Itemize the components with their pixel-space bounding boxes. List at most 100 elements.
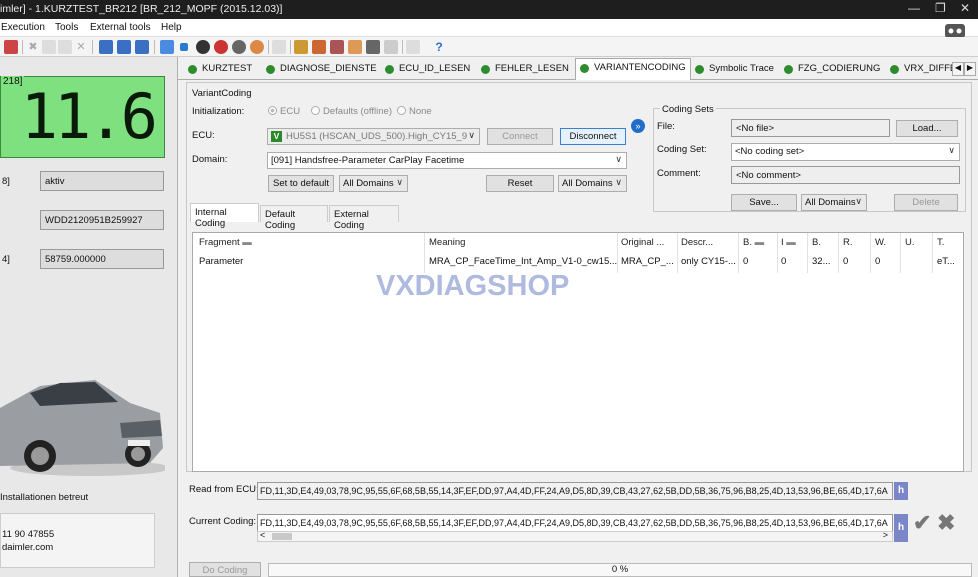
help-icon[interactable]: ? [432, 40, 446, 54]
tab-scroll-right-icon[interactable]: ▶ [964, 62, 976, 76]
radio-defaults-label: Defaults (offline) [323, 106, 392, 117]
palette-icon[interactable] [250, 40, 264, 54]
hex-view-button-current[interactable]: h [894, 514, 908, 542]
col-header-description[interactable]: Descr... [681, 237, 713, 248]
col-header-label: Fragment [199, 237, 240, 248]
table-row[interactable]: Parameter MRA_CP_FaceTime_Int_Amp_V1-0_c… [193, 253, 963, 269]
tab-default-coding[interactable]: Default Coding [260, 205, 328, 231]
record-icon[interactable] [196, 40, 210, 54]
status-dot-icon [890, 65, 899, 74]
tab-internal-coding[interactable]: Internal Coding [190, 203, 259, 229]
cut-icon[interactable]: ✖ [26, 40, 40, 54]
layout-3-icon[interactable] [135, 40, 149, 54]
tab-diagnose-dienste[interactable]: DIAGNOSE_DIENSTE [262, 60, 380, 80]
radio-none[interactable]: None [397, 106, 432, 117]
paste-icon[interactable] [58, 40, 72, 54]
cell-fragment: Parameter [199, 256, 244, 267]
all-domains-select-2[interactable]: All Domains ∨ [558, 175, 627, 192]
tab-scroll-left-icon[interactable]: ◀ [952, 62, 964, 76]
maximize-icon[interactable]: ❐ [935, 1, 946, 15]
col-header-i[interactable]: I ▬ [781, 237, 796, 248]
chevron-down-icon: ∨ [855, 196, 862, 206]
col-header-label: I [781, 237, 784, 248]
copy-icon[interactable] [42, 40, 56, 54]
document-icon[interactable] [272, 40, 286, 54]
expand-arrow-icon[interactable]: » [631, 119, 645, 133]
col-header-t[interactable]: T. [937, 237, 944, 248]
col-header-u[interactable]: U. [905, 237, 915, 248]
set-to-default-button[interactable]: Set to default [268, 175, 334, 192]
tab-fzg-codierung[interactable]: FZG_CODIERUNG [780, 60, 884, 80]
stop-circle-icon[interactable] [214, 40, 228, 54]
col-header-meaning[interactable]: Meaning [429, 237, 465, 248]
toolbar-stop-icon[interactable] [4, 40, 18, 54]
read-from-ecu-field[interactable]: FD,11,3D,E4,49,03,78,9C,95,55,6F,68,5B,5… [257, 482, 893, 500]
square-icon[interactable] [180, 43, 188, 51]
menu-help[interactable]: Help [161, 22, 182, 33]
tool-7-icon[interactable] [406, 40, 420, 54]
tab-fehler-lesen[interactable]: FEHLER_LESEN [477, 60, 577, 80]
radio-defaults-offline[interactable]: Defaults (offline) [311, 106, 392, 117]
tab-symbolic-trace[interactable]: Symbolic Trace [691, 60, 777, 80]
comment-label: Comment: [657, 168, 701, 179]
hex-view-button[interactable]: h [894, 482, 908, 500]
close-icon[interactable]: ✕ [960, 1, 970, 15]
load-button[interactable]: Load... [896, 120, 958, 137]
tool-2-icon[interactable] [312, 40, 326, 54]
scroll-right-icon[interactable]: > [883, 530, 888, 540]
minimize-icon[interactable]: — [908, 1, 920, 15]
col-header-r[interactable]: R. [843, 237, 853, 248]
menu-tools[interactable]: Tools [55, 22, 78, 33]
layout-2-icon[interactable] [117, 40, 131, 54]
tab-kurztest[interactable]: KURZTEST [184, 60, 262, 80]
tab-variantencoding[interactable]: VARIANTENCODING [575, 58, 691, 80]
all-domains-select-1[interactable]: All Domains ∨ [339, 175, 408, 192]
layout-1-icon[interactable] [99, 40, 113, 54]
tool-5-icon[interactable] [366, 40, 380, 54]
checkmark-icon[interactable]: ✔ [913, 510, 931, 536]
delete-icon[interactable]: ✕ [74, 40, 88, 54]
disc-icon[interactable] [232, 40, 246, 54]
voltage-display: 218] 11.6 [0, 76, 165, 158]
reset-button[interactable]: Reset [486, 175, 554, 192]
menu-execution[interactable]: Execution [1, 22, 45, 33]
support-info: Installationen betreut 11 90 47855 daiml… [0, 487, 178, 577]
file-field[interactable]: <No file> [731, 119, 890, 137]
coding-set-select[interactable]: <No coding set> ∨ [731, 143, 960, 161]
current-coding-scrollbar[interactable]: < > [257, 530, 893, 542]
tab-external-coding[interactable]: External Coding [329, 205, 399, 231]
connect-button[interactable]: Connect [487, 128, 553, 145]
menu-external-tools[interactable]: External tools [90, 22, 151, 33]
current-coding-field[interactable]: FD,11,3D,E4,49,03,78,9C,95,55,6F,68,5B,5… [257, 514, 893, 532]
connect-icon[interactable] [160, 40, 174, 54]
tool-3-icon[interactable] [330, 40, 344, 54]
tool-1-icon[interactable] [294, 40, 308, 54]
save-button[interactable]: Save... [731, 194, 797, 211]
delete-button[interactable]: Delete [894, 194, 958, 211]
cell-description: only CY15-... [681, 256, 736, 267]
disconnect-button[interactable]: Disconnect [560, 128, 626, 145]
col-header-b2[interactable]: B. [812, 237, 821, 248]
col-header-b1[interactable]: B. ▬ [743, 237, 764, 248]
tab-ecu-id-lesen[interactable]: ECU_ID_LESEN [381, 60, 477, 80]
cancel-x-icon[interactable]: ✖ [937, 510, 955, 536]
radio-ecu[interactable]: ECU [268, 106, 300, 117]
col-header-w[interactable]: W. [875, 237, 886, 248]
support-email[interactable]: daimler.com [2, 542, 53, 553]
domain-select[interactable]: [091] Handsfree-Parameter CarPlay Faceti… [267, 152, 627, 169]
all-domains-value: All Domains [805, 197, 856, 208]
tab-label: DIAGNOSE_DIENSTE [280, 63, 377, 74]
col-header-fragment[interactable]: Fragment ▬ [199, 237, 252, 248]
coding-set-label: Coding Set: [657, 144, 707, 155]
tab-vrx-diffe[interactable]: VRX_DIFFE [886, 60, 952, 80]
coding-sets-domains-select[interactable]: All Domains ∨ [801, 194, 867, 211]
progress-text: 0 % [611, 564, 629, 575]
tool-6-icon[interactable] [384, 40, 398, 54]
do-coding-button[interactable]: Do Coding [189, 562, 261, 577]
scroll-left-icon[interactable]: < [260, 530, 265, 540]
ecu-select[interactable]: V HU5S1 (HSCAN_UDS_500).High_CY15_9 ∨ [267, 128, 480, 145]
cell-r: 0 [843, 256, 849, 267]
col-header-original[interactable]: Original ... [621, 237, 664, 248]
tool-4-icon[interactable] [348, 40, 362, 54]
comment-field[interactable]: <No comment> [731, 166, 960, 184]
